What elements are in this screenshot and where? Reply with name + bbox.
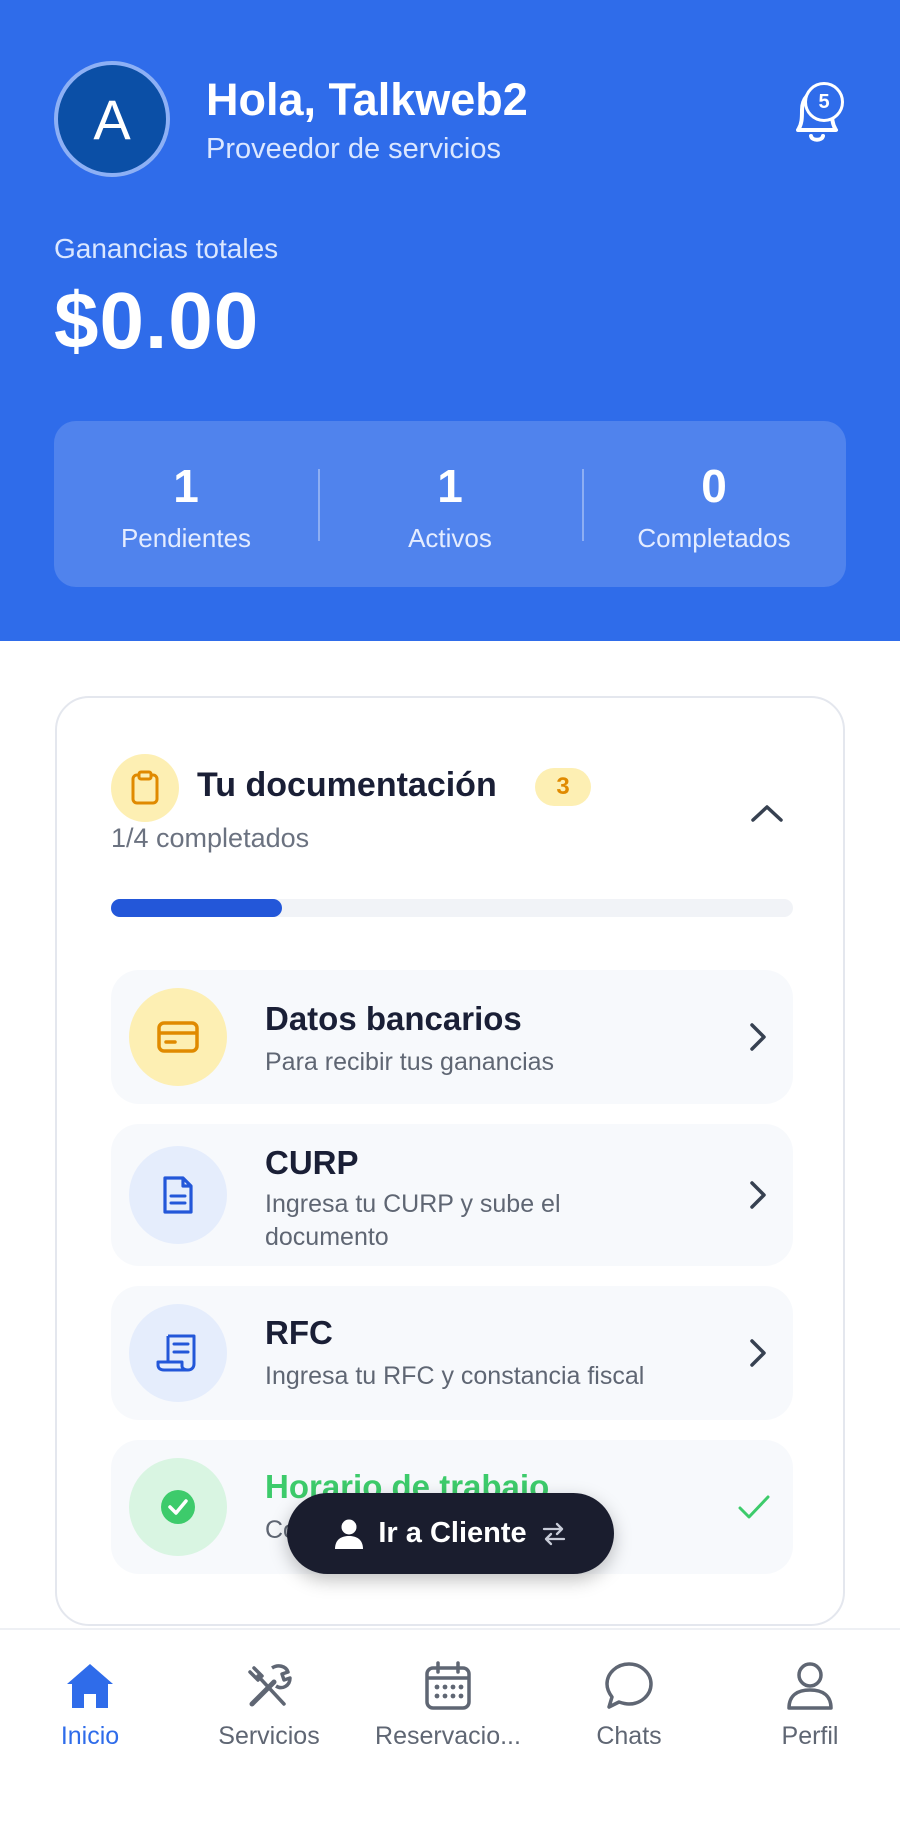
item-subtitle: Ingresa tu RFC y constancia fiscal [265,1362,645,1390]
document-icon [129,1146,227,1244]
progress-bar [111,899,793,917]
item-title: CURP [265,1144,359,1181]
stats-panel: 1 Pendientes 1 Activos 0 Completados [54,421,846,587]
tab-reservaciones[interactable]: Reservacio... [358,1660,538,1751]
documentation-progress-text: 1/4 completados [111,823,310,853]
avatar-initial: A [93,87,131,151]
documentation-title: Tu documentación [197,766,497,804]
tab-inicio[interactable]: Inicio [0,1660,180,1751]
tab-perfil[interactable]: Perfil [720,1660,900,1751]
chevron-right-icon [750,1181,766,1209]
item-title: Datos bancarios [265,1000,522,1037]
receipt-icon [129,1304,227,1402]
doc-item-rfc[interactable]: RFC Ingresa tu RFC y constancia fiscal [111,1286,793,1420]
earnings-value: $0.00 [54,276,260,365]
doc-item-bank-details[interactable]: Datos bancarios Para recibir tus gananci… [111,970,793,1104]
item-subtitle: Para recibir tus ganancias [265,1048,555,1076]
tools-icon [248,1664,292,1707]
check-circle-icon [129,1458,227,1556]
chevron-right-icon [750,1339,766,1367]
stat-value: 1 [437,460,463,512]
tab-label: Inicio [60,1722,120,1750]
stat-value: 1 [173,460,199,512]
pending-count-badge: 3 [535,768,591,806]
doc-item-curp[interactable]: CURP Ingresa tu CURP y sube el documento [111,1124,793,1266]
stat-label: Pendientes [120,523,252,553]
swap-arrows-icon [542,1522,565,1545]
documentation-card: Tu documentación 3 1/4 completados Datos… [55,696,845,1626]
stat-value: 0 [701,460,727,512]
stat-pending[interactable]: 1 Pendientes [54,421,318,587]
tab-label: Reservacio... [375,1722,521,1750]
tab-label: Servicios [218,1722,320,1750]
bottom-tab-bar: Inicio Servicios Reservacio... Chats Per… [0,1628,900,1825]
user-icon [335,1519,364,1549]
item-subtitle: Ingresa tu CURP y sube el documento [265,1190,561,1251]
stat-label: Completados [637,523,791,553]
stat-label: Activos [408,523,492,553]
tab-chats[interactable]: Chats [539,1660,719,1751]
credit-card-icon [129,988,227,1086]
calendar-icon [425,1661,471,1710]
chevron-right-icon [750,1023,766,1051]
item-title: RFC [265,1314,333,1351]
chat-icon [605,1662,653,1709]
avatar[interactable]: A [54,61,170,177]
checkmark-icon [738,1495,770,1519]
header-section: A Hola, Talkweb2 Proveedor de servicios … [0,0,900,641]
tab-servicios[interactable]: Servicios [179,1660,359,1751]
stat-completed[interactable]: 0 Completados [582,421,846,587]
progress-fill [111,899,282,917]
earnings-label: Ganancias totales [54,233,279,264]
chevron-up-icon[interactable] [747,798,787,828]
clipboard-icon [111,754,179,822]
notification-badge: 5 [804,82,844,122]
greeting: Hola, Talkweb2 [206,74,528,125]
user-icon [787,1662,833,1710]
switch-to-client-label: Ir a Cliente [378,1517,527,1549]
tab-label: Perfil [781,1722,839,1750]
stat-active[interactable]: 1 Activos [318,421,582,587]
home-icon [67,1664,113,1708]
user-role: Proveedor de servicios [206,133,501,165]
switch-to-client-button[interactable]: Ir a Cliente [287,1493,614,1574]
tab-label: Chats [596,1722,662,1750]
